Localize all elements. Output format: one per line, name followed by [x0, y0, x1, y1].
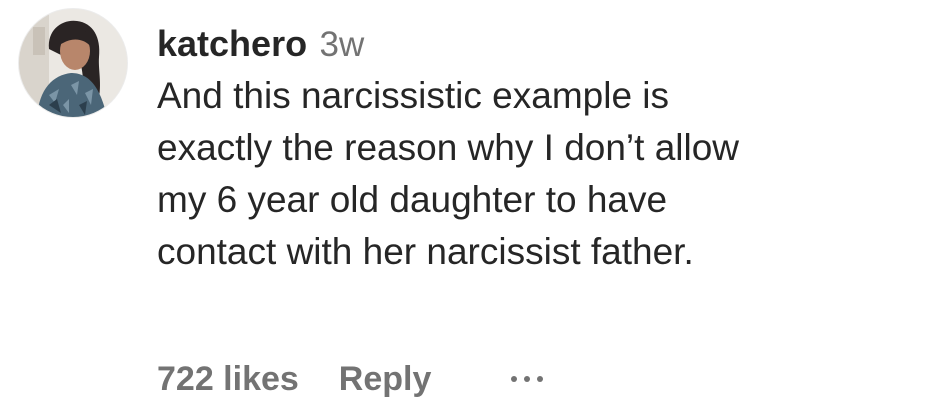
comment-text: And this narcissistic example is exactly… [157, 75, 740, 272]
dot [537, 376, 544, 382]
reply-button[interactable]: Reply [339, 360, 432, 399]
comment-header: katchero 3w [157, 18, 917, 70]
more-options-icon[interactable] [509, 364, 545, 394]
comment-actions: 722 likes Reply [157, 356, 545, 402]
username[interactable]: katchero [157, 23, 307, 64]
dot [524, 376, 531, 382]
comment: katchero 3w And this narcissistic exampl… [0, 0, 935, 416]
avatar[interactable] [19, 9, 127, 117]
comment-body: katchero 3w And this narcissistic exampl… [157, 18, 917, 278]
likes-count[interactable]: 722 likes [157, 360, 299, 399]
user-avatar-photo-icon [19, 9, 127, 117]
dot [511, 376, 518, 382]
timestamp: 3w [319, 25, 365, 64]
